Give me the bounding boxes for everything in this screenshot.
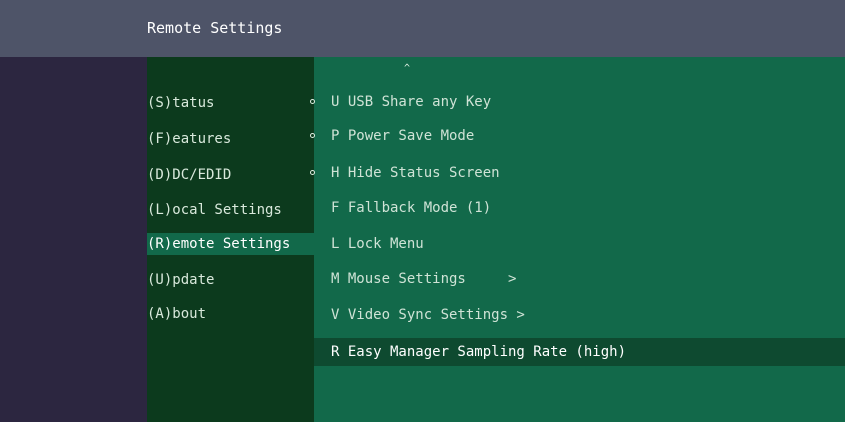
menu-item-local-settings[interactable]: (L)ocal Settings — [147, 199, 314, 221]
option-usb-share-any-key[interactable]: U USB Share any Key — [314, 90, 845, 114]
option-label: P Power Save Mode — [331, 128, 475, 144]
option-label: U USB Share any Key — [331, 94, 492, 110]
option-label: V Video Sync Settings > — [331, 307, 525, 323]
option-label: R Easy Manager Sampling Rate (high) — [331, 344, 627, 360]
option-label: H Hide Status Screen — [331, 165, 500, 181]
option-label: L Lock Menu — [331, 236, 424, 252]
menu-item-label: (L)ocal Settings — [147, 202, 282, 218]
menu-item-label: (S)tatus — [147, 95, 215, 111]
menu-item-label: (F)eatures — [147, 131, 232, 147]
menu-item-label: (U)pdate — [147, 272, 215, 288]
menu-item-remote-settings[interactable]: (R)emote Settings — [147, 233, 314, 255]
option-video-sync-settings[interactable]: V Video Sync Settings > — [314, 303, 845, 327]
option-hide-status-screen[interactable]: H Hide Status Screen — [314, 161, 845, 185]
menu-item-label: (D)DC/EDID — [147, 167, 232, 183]
option-label: F Fallback Mode (1) — [331, 200, 492, 216]
menu-item-update[interactable]: (U)pdate — [147, 269, 314, 291]
option-mouse-settings[interactable]: M Mouse Settings > — [314, 267, 845, 291]
menu-sidebar: (S)tatus (F)eatures (D)DC/EDID (L)ocal S… — [147, 57, 314, 422]
option-lock-menu[interactable]: L Lock Menu — [314, 232, 845, 256]
menu-item-status[interactable]: (S)tatus — [147, 92, 314, 114]
option-easy-manager-sampling-rate[interactable]: R Easy Manager Sampling Rate (high) — [314, 338, 845, 366]
window-title: Remote Settings — [147, 19, 283, 37]
scroll-up-indicator[interactable]: ^ — [404, 63, 410, 74]
menu-item-about[interactable]: (A)bout — [147, 303, 314, 325]
menu-item-label: (A)bout — [147, 306, 207, 322]
option-power-save-mode[interactable]: P Power Save Mode — [314, 124, 845, 148]
menu-item-features[interactable]: (F)eatures — [147, 128, 314, 150]
title-bar: Remote Settings — [0, 0, 845, 57]
menu-item-label: (R)emote Settings — [147, 236, 291, 252]
option-fallback-mode[interactable]: F Fallback Mode (1) — [314, 196, 845, 220]
option-label: M Mouse Settings > — [331, 271, 517, 287]
menu-item-ddc-edid[interactable]: (D)DC/EDID — [147, 164, 314, 186]
